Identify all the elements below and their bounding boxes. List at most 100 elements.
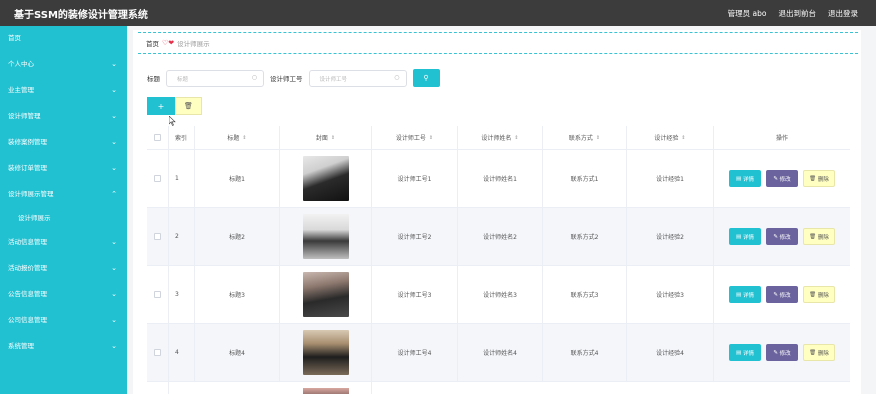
sidebar-item-owner[interactable]: 业主管理 ⌄ bbox=[0, 81, 127, 99]
chevron-down-icon: ⌄ bbox=[111, 60, 117, 68]
edit-button[interactable]: ✎ 修改 bbox=[766, 228, 798, 245]
cover-cell bbox=[280, 208, 372, 265]
cover-image[interactable] bbox=[302, 156, 349, 201]
title-search-placeholder: 标题 bbox=[177, 76, 189, 83]
row-checkbox[interactable] bbox=[154, 349, 161, 356]
trash-icon: 🗑 bbox=[809, 233, 818, 240]
row-select-cell bbox=[147, 150, 169, 207]
detail-label: 详情 bbox=[742, 176, 754, 183]
edit-label: 修改 bbox=[779, 176, 791, 183]
designer-name-cell: 设计师姓名1 bbox=[458, 150, 543, 207]
row-checkbox[interactable] bbox=[154, 233, 161, 240]
designer-no-cell: 设计师工号3 bbox=[372, 266, 458, 323]
sidebar-item-personal[interactable]: 个人中心 ⌄ bbox=[0, 55, 127, 73]
sidebar: 首页 个人中心 ⌄ 业主管理 ⌄ 设计师管理 ⌄ 装修案例管理 ⌄ 装修订单管理 ⌄ 设计… bbox=[0, 26, 127, 394]
chevron-down-icon: ⌄ bbox=[111, 342, 117, 350]
designer-name-cell: 设计师姓名2 bbox=[458, 208, 543, 265]
detail-button[interactable]: ▤ 详情 bbox=[729, 170, 761, 187]
sidebar-item-designer[interactable]: 设计师管理 ⌄ bbox=[0, 107, 127, 125]
delete-button[interactable]: 🗑 删除 bbox=[803, 286, 835, 303]
table-row: 4 标题4 设计师工号4 设计师姓名4 联系方式4 设计经验4 ▤ 详情 ✎ 修… bbox=[147, 324, 850, 382]
search-icon: ⚲ bbox=[423, 74, 429, 82]
delete-label: 删除 bbox=[817, 234, 829, 241]
sort-icon: ⇕ bbox=[514, 134, 519, 141]
logout-link[interactable]: 退出登录 bbox=[828, 8, 858, 19]
header-label: 封面 bbox=[315, 135, 328, 142]
header-designer-name[interactable]: 设计师姓名 ⇕ bbox=[458, 126, 543, 149]
cover-image[interactable] bbox=[302, 272, 349, 317]
header-cover[interactable]: 封面 ⇕ bbox=[280, 126, 372, 149]
cover-cell bbox=[280, 266, 372, 323]
row-select-cell bbox=[147, 324, 169, 381]
sidebar-item-designer-showcase[interactable]: 设计师展示管理 ⌃ bbox=[0, 185, 127, 203]
cover-image[interactable] bbox=[302, 330, 349, 375]
contact-cell: 联系方式1 bbox=[543, 150, 627, 207]
header-label: 操作 bbox=[775, 135, 788, 142]
delete-button[interactable]: 🗑 删除 bbox=[803, 344, 835, 361]
edit-button[interactable]: ✎ 修改 bbox=[766, 344, 798, 361]
sidebar-item-company[interactable]: 公司信息管理 ⌄ bbox=[0, 311, 127, 329]
add-button[interactable]: + bbox=[147, 97, 175, 115]
action-bar: + 🗑 bbox=[147, 97, 202, 115]
detail-label: 详情 bbox=[742, 292, 754, 299]
edit-button[interactable]: ✎ 修改 bbox=[766, 286, 798, 303]
header-contact[interactable]: 联系方式 ⇕ bbox=[543, 126, 627, 149]
designer-no-search-placeholder: 设计师工号 bbox=[319, 76, 348, 83]
header-index: 索引 bbox=[169, 126, 195, 149]
sidebar-item-label: 设计师展示 bbox=[18, 214, 51, 222]
table-row: 2 标题2 设计师工号2 设计师姓名2 联系方式2 设计经验2 ▤ 详情 ✎ 修… bbox=[147, 208, 850, 266]
table-row bbox=[147, 382, 850, 394]
header-designer-no[interactable]: 设计师工号 ⇕ bbox=[372, 126, 458, 149]
detail-button[interactable]: ▤ 详情 bbox=[729, 344, 761, 361]
detail-button[interactable]: ▤ 详情 bbox=[729, 286, 761, 303]
designer-no-search-input[interactable]: 设计师工号 ○ bbox=[308, 69, 407, 87]
index-cell: 3 bbox=[169, 266, 195, 323]
edit-button[interactable]: ✎ 修改 bbox=[766, 170, 798, 187]
sidebar-item-system[interactable]: 系统管理 ⌄ bbox=[0, 337, 127, 355]
header-experience[interactable]: 设计经验 ⇕ bbox=[627, 126, 714, 149]
sidebar-item-label: 装修案例管理 bbox=[8, 138, 47, 146]
sort-icon: ⇕ bbox=[428, 134, 434, 141]
sort-icon: ⇕ bbox=[681, 134, 686, 141]
sidebar-subitem-designer-show[interactable]: 设计师展示 bbox=[0, 209, 127, 227]
sidebar-item-activity-quote[interactable]: 活动报价管理 ⌄ bbox=[0, 259, 127, 277]
header-label: 索引 bbox=[175, 135, 188, 142]
delete-button[interactable]: 🗑 删除 bbox=[803, 228, 835, 245]
sidebar-item-home[interactable]: 首页 bbox=[0, 29, 127, 47]
title-search-input[interactable]: 标题 ○ bbox=[166, 69, 264, 87]
cover-image[interactable] bbox=[302, 214, 349, 259]
table-row: 1 标题1 设计师工号1 设计师姓名1 联系方式1 设计经验1 ▤ 详情 ✎ 修… bbox=[147, 150, 850, 208]
sidebar-item-orders[interactable]: 装修订单管理 ⌄ bbox=[0, 159, 127, 177]
select-all-checkbox[interactable] bbox=[154, 134, 161, 141]
sidebar-item-notice[interactable]: 公告信息管理 ⌄ bbox=[0, 285, 127, 303]
search-button[interactable]: ⚲ bbox=[412, 69, 440, 87]
designer-name-cell: 设计师姓名4 bbox=[458, 324, 543, 381]
index-cell: 1 bbox=[169, 150, 195, 207]
chevron-down-icon: ⌄ bbox=[111, 138, 117, 146]
row-checkbox[interactable] bbox=[154, 175, 161, 182]
sidebar-item-label: 活动报价管理 bbox=[8, 264, 47, 272]
sidebar-item-activity-info[interactable]: 活动信息管理 ⌄ bbox=[0, 233, 127, 251]
search-icon: ○ bbox=[251, 73, 257, 81]
index-cell: 4 bbox=[169, 324, 195, 381]
search-bar: 标题 标题 ○ 设计师工号 设计师工号 ○ ⚲ bbox=[147, 69, 440, 87]
chevron-down-icon: ⌄ bbox=[111, 290, 117, 298]
sidebar-item-label: 设计师展示管理 bbox=[8, 190, 54, 198]
top-bar: 基于SSM的装修设计管理系统 管理员 abo 退出到前台 退出登录 bbox=[0, 0, 876, 26]
sidebar-item-label: 系统管理 bbox=[8, 342, 34, 350]
sidebar-item-cases[interactable]: 装修案例管理 ⌄ bbox=[0, 133, 127, 151]
experience-cell: 设计经验4 bbox=[627, 324, 714, 381]
back-to-frontend-link[interactable]: 退出到前台 bbox=[779, 8, 817, 19]
header-title[interactable]: 标题 ⇕ bbox=[195, 126, 280, 149]
operations-cell: ▤ 详情 ✎ 修改 🗑 删除 bbox=[714, 208, 850, 265]
delete-button[interactable]: 🗑 删除 bbox=[803, 170, 835, 187]
cover-image[interactable] bbox=[302, 388, 349, 394]
heart-icon: ♡❤ bbox=[162, 39, 175, 47]
detail-button[interactable]: ▤ 详情 bbox=[729, 228, 761, 245]
cover-cell bbox=[280, 382, 372, 394]
row-checkbox[interactable] bbox=[154, 291, 161, 298]
title-cell: 标题4 bbox=[195, 324, 280, 381]
batch-delete-button[interactable]: 🗑 bbox=[175, 97, 202, 115]
breadcrumb-home[interactable]: 首页 bbox=[146, 38, 159, 48]
breadcrumb: 首页 ♡❤ 设计师展示 bbox=[138, 32, 858, 54]
